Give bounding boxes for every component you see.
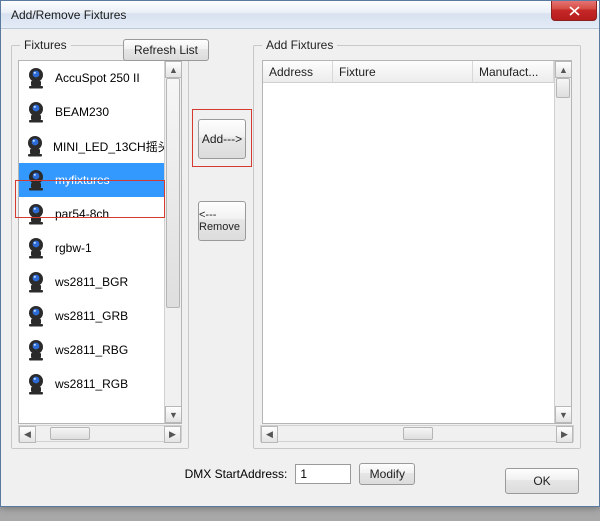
modify-label: Modify: [370, 467, 405, 481]
add-fixtures-table[interactable]: Address Fixture Manufact... ▲ ▼: [262, 60, 572, 424]
moving-head-fixture-icon: [23, 371, 49, 397]
fixtures-list[interactable]: AccuSpot 250 II BEAM230 MINI_LED_13CH摇头myf…: [18, 60, 182, 424]
scroll-track[interactable]: [36, 426, 164, 441]
chevron-right-icon[interactable]: ▶: [164, 426, 181, 443]
list-item[interactable]: par54-8ch: [19, 197, 164, 231]
chevron-left-icon[interactable]: ◀: [261, 426, 278, 443]
list-item-label: myfixtures: [55, 173, 110, 187]
list-item-label: ws2811_RBG: [55, 343, 128, 357]
list-item[interactable]: ws2811_RBG: [19, 333, 164, 367]
col-manufacturer[interactable]: Manufact...: [473, 61, 554, 82]
scroll-thumb[interactable]: [166, 78, 180, 308]
fixtures-legend: Fixtures: [20, 38, 71, 52]
table-header[interactable]: Address Fixture Manufact...: [263, 61, 554, 83]
dialog-window: Add/Remove Fixtures Fixtures AccuSpot 25…: [0, 0, 600, 507]
moving-head-fixture-icon: [23, 133, 47, 159]
scroll-track[interactable]: [555, 78, 571, 406]
close-icon: [569, 6, 580, 16]
list-item[interactable]: MINI_LED_13CH摇头: [19, 129, 164, 163]
scroll-thumb[interactable]: [403, 427, 433, 440]
list-item[interactable]: rgbw-1: [19, 231, 164, 265]
list-item-label: par54-8ch: [55, 207, 109, 221]
scroll-track[interactable]: [165, 78, 181, 406]
list-item-label: ws2811_BGR: [55, 275, 128, 289]
titlebar[interactable]: Add/Remove Fixtures: [1, 1, 599, 29]
fixtures-groupbox: Fixtures AccuSpot 250 IIBEAM230MINI_LED_…: [11, 45, 189, 449]
vertical-scrollbar[interactable]: ▲ ▼: [554, 61, 571, 423]
client-area: Fixtures AccuSpot 250 II BEAM230 MINI_LED_…: [1, 29, 599, 506]
chevron-up-icon[interactable]: ▲: [165, 61, 182, 78]
col-fixture[interactable]: Fixture: [333, 61, 473, 82]
chevron-down-icon[interactable]: ▼: [165, 406, 182, 423]
refresh-list-button[interactable]: Refresh List: [123, 39, 209, 61]
vertical-scrollbar[interactable]: ▲ ▼: [164, 61, 181, 423]
add-fixtures-legend: Add Fixtures: [262, 38, 337, 52]
list-item-label: MINI_LED_13CH摇头: [53, 138, 164, 155]
dmx-start-address-label: DMX StartAddress:: [185, 467, 288, 481]
add-label: Add--->: [202, 132, 242, 146]
col-address[interactable]: Address: [263, 61, 333, 82]
list-item[interactable]: ws2811_BGR: [19, 265, 164, 299]
chevron-left-icon[interactable]: ◀: [19, 426, 36, 443]
table-body: [263, 83, 554, 423]
list-item[interactable]: BEAM230: [19, 95, 164, 129]
modify-button[interactable]: Modify: [359, 463, 415, 485]
moving-head-fixture-icon: [23, 201, 49, 227]
add-button[interactable]: Add--->: [198, 119, 246, 159]
window-title: Add/Remove Fixtures: [11, 8, 126, 22]
list-item-label: ws2811_GRB: [55, 309, 128, 323]
list-item[interactable]: AccuSpot 250 II: [19, 61, 164, 95]
chevron-right-icon[interactable]: ▶: [556, 426, 573, 443]
add-fixtures-groupbox: Add Fixtures Address Fixture Manufact...…: [253, 45, 581, 449]
horizontal-scrollbar[interactable]: ◀ ▶: [260, 425, 574, 442]
list-item-label: ws2811_RGB: [55, 377, 128, 391]
refresh-label: Refresh List: [134, 43, 198, 57]
moving-head-fixture-icon: [23, 303, 49, 329]
ok-label: OK: [533, 474, 550, 488]
remove-button[interactable]: <---Remove: [198, 201, 246, 241]
list-item-label: AccuSpot 250 II: [55, 71, 140, 85]
horizontal-scrollbar[interactable]: ◀ ▶: [18, 425, 182, 442]
dmx-start-address-input[interactable]: [295, 464, 351, 484]
moving-head-fixture-icon: [23, 65, 49, 91]
ok-button[interactable]: OK: [505, 468, 579, 494]
list-item[interactable]: myfixtures: [19, 163, 164, 197]
moving-head-fixture-icon: [23, 99, 49, 125]
list-item-label: rgbw-1: [55, 241, 92, 255]
moving-head-fixture-icon: [23, 167, 49, 193]
chevron-up-icon[interactable]: ▲: [555, 61, 572, 78]
moving-head-fixture-icon: [23, 269, 49, 295]
moving-head-fixture-icon: [23, 337, 49, 363]
scroll-track[interactable]: [278, 426, 556, 441]
remove-label: <---Remove: [199, 209, 245, 233]
chevron-down-icon[interactable]: ▼: [555, 406, 572, 423]
list-item[interactable]: ws2811_GRB: [19, 299, 164, 333]
scroll-thumb[interactable]: [556, 78, 570, 98]
list-item[interactable]: ws2811_RGB: [19, 367, 164, 401]
close-button[interactable]: [551, 1, 597, 21]
moving-head-fixture-icon: [23, 235, 49, 261]
list-item-label: BEAM230: [55, 105, 109, 119]
scroll-thumb[interactable]: [50, 427, 90, 440]
